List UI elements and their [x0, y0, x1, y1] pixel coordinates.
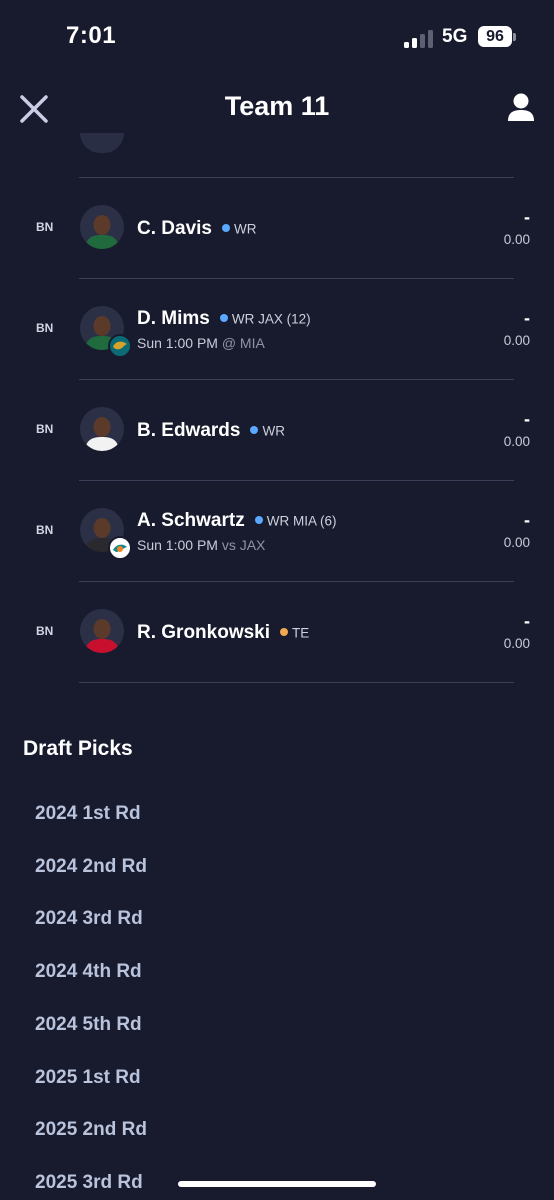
player-position: TE: [292, 625, 310, 641]
player-position: WR: [231, 311, 255, 327]
draft-pick-item[interactable]: 2024 3rd Rd: [35, 908, 143, 930]
points-value: 0.00: [503, 434, 530, 449]
game-info: Sun 1:00 PM @ MIA: [137, 335, 265, 351]
player-team-rank: JAX (12): [258, 311, 311, 327]
player-name[interactable]: A. Schwartz WR MIA (6): [137, 510, 336, 532]
player-name-text[interactable]: C. Davis: [137, 218, 212, 239]
player-team-rank: MIA (6): [292, 513, 337, 529]
status-dot-icon: [219, 314, 228, 323]
draft-pick-item[interactable]: 2025 1st Rd: [35, 1067, 141, 1089]
points-value: 0.00: [503, 535, 530, 550]
status-dot-icon: [254, 516, 263, 525]
player-name[interactable]: C. Davis WR: [137, 218, 256, 240]
game-opponent: @ MIA: [221, 335, 265, 351]
status-dot-icon: [250, 426, 259, 435]
slot-label: BN: [36, 422, 54, 436]
player-position: WR: [262, 423, 285, 439]
jaguars-logo-icon: [108, 334, 132, 358]
player-row[interactable]: BN C. Davis WR - 0.00: [0, 177, 554, 278]
draft-pick-item[interactable]: 2024 4th Rd: [35, 961, 142, 983]
draft-picks-heading: Draft Picks: [23, 737, 133, 760]
player-name-text[interactable]: D. Mims: [137, 308, 210, 329]
projected-score: -: [524, 308, 530, 328]
battery-tip: [513, 33, 516, 41]
projected-score: -: [524, 409, 530, 429]
points-value: 0.00: [503, 333, 530, 348]
game-time: Sun 1:00 PM: [137, 335, 218, 351]
player-avatar: [80, 609, 124, 653]
status-time: 7:01: [66, 22, 117, 49]
projected-score: -: [524, 207, 530, 227]
player-name[interactable]: B. Edwards WR: [137, 420, 285, 442]
profile-button[interactable]: [504, 91, 538, 125]
player-name-text[interactable]: R. Gronkowski: [137, 622, 270, 643]
player-row[interactable]: BN R. Gronkowski TE - 0.00: [0, 581, 554, 682]
slot-label: BN: [36, 220, 54, 234]
draft-pick-item[interactable]: 2025 2nd Rd: [35, 1119, 147, 1141]
player-name[interactable]: D. Mims WR JAX (12): [137, 308, 311, 330]
row-divider: [79, 682, 514, 683]
network-label: 5G: [442, 26, 468, 47]
draft-pick-item[interactable]: 2025 3rd Rd: [35, 1172, 143, 1194]
player-row[interactable]: BN A. Schwartz WR MIA (6) Sun 1:00 PM vs JA…: [0, 480, 554, 581]
points-value: 0.00: [503, 636, 530, 651]
draft-pick-item[interactable]: 2024 5th Rd: [35, 1014, 142, 1036]
player-position: WR: [266, 513, 290, 529]
projected-score: -: [524, 510, 530, 530]
slot-label: BN: [36, 523, 54, 537]
game-opponent: vs JAX: [221, 537, 266, 553]
points-value: 0.00: [503, 232, 530, 247]
person-icon: [508, 93, 534, 121]
player-name-text[interactable]: A. Schwartz: [137, 510, 245, 531]
player-avatar: [80, 407, 124, 451]
slot-label: BN: [36, 321, 54, 335]
home-indicator: [178, 1181, 376, 1187]
projected-score: -: [524, 611, 530, 631]
avatar: [80, 133, 124, 153]
player-name[interactable]: R. Gronkowski TE: [137, 622, 309, 644]
game-time: Sun 1:00 PM: [137, 537, 218, 553]
status-dot-icon: [280, 628, 289, 637]
player-row[interactable]: BN D. Mims WR JAX (12) Sun 1:00 PM @ MIA - 0.…: [0, 278, 554, 379]
player-name-text[interactable]: B. Edwards: [137, 420, 240, 441]
page-title: Team 11: [224, 91, 330, 121]
player-avatar: [80, 205, 124, 249]
draft-pick-item[interactable]: 2024 1st Rd: [35, 803, 141, 825]
signal-bars-icon: [404, 30, 434, 48]
battery-icon: 96: [478, 26, 512, 47]
dolphins-logo-icon: [108, 536, 132, 560]
player-position: WR: [233, 221, 257, 237]
status-dot-icon: [221, 224, 230, 233]
game-info: Sun 1:00 PM vs JAX: [137, 537, 265, 553]
slot-label: BN: [36, 624, 54, 638]
status-bar: 7:01 5G 96: [0, 0, 554, 75]
player-row[interactable]: BN B. Edwards WR - 0.00: [0, 379, 554, 480]
draft-pick-item[interactable]: 2024 2nd Rd: [35, 856, 147, 878]
